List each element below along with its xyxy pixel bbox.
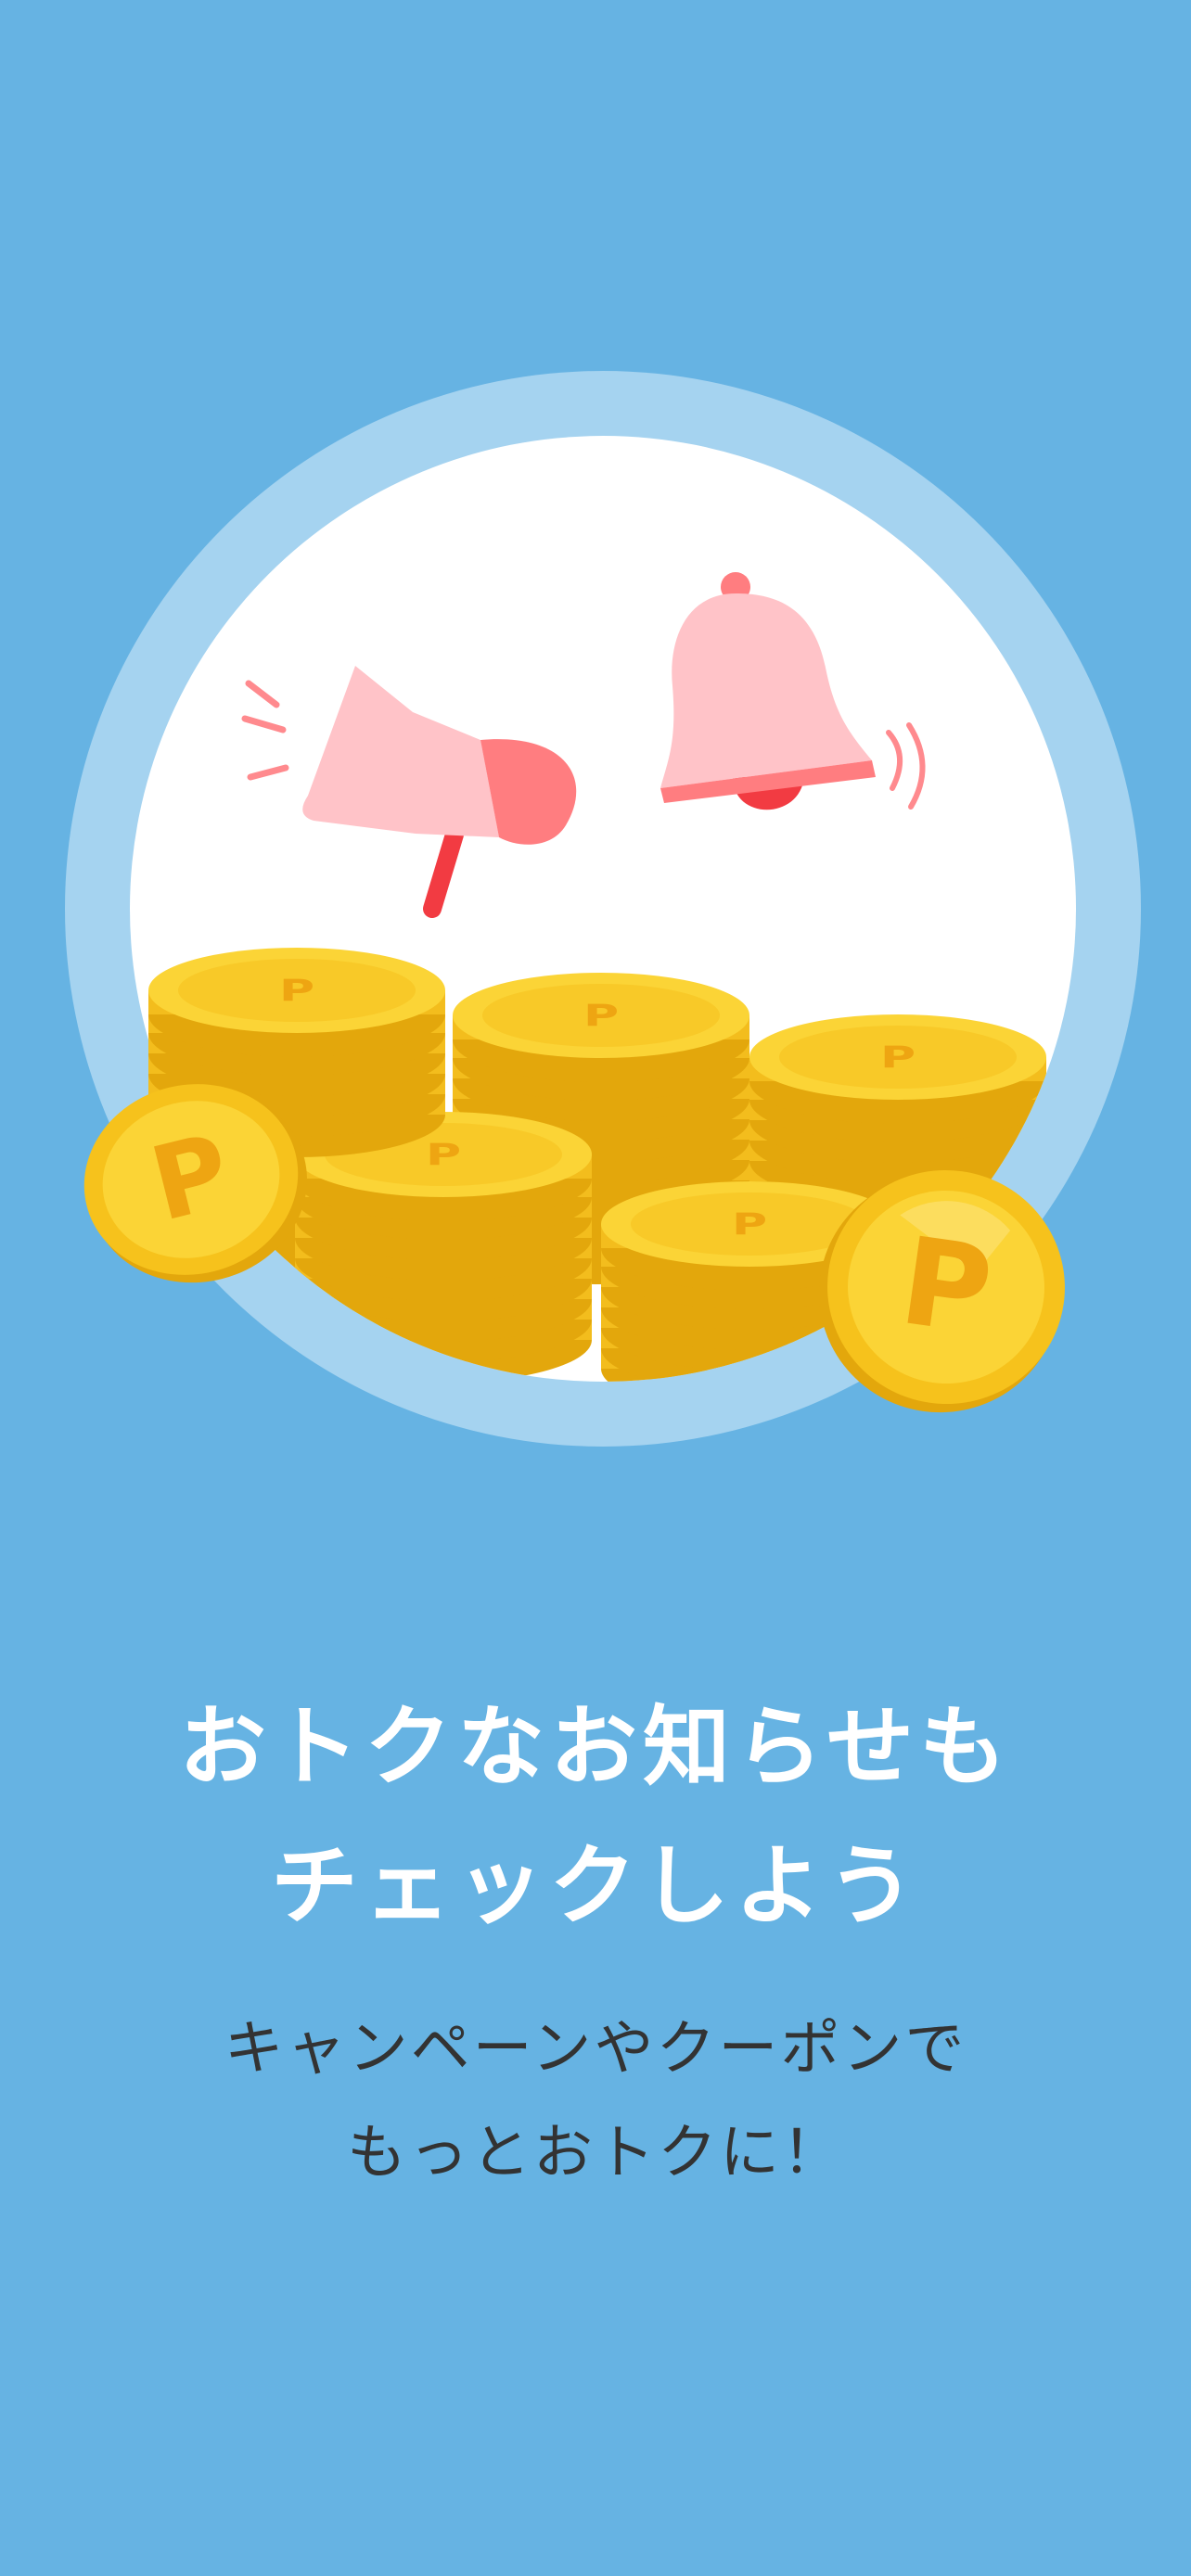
onboarding-text: おトクなお知らせも チェックしよう キャンペーンやクーポンで もっとおトクに！	[0, 1678, 1191, 2205]
subtext-line-2: もっとおトクに！	[347, 2119, 844, 2187]
subtext-line-1: キャンペーンやクーポンで	[224, 2015, 967, 2084]
onboarding-headline: おトクなお知らせも チェックしよう	[0, 1678, 1191, 1957]
campaign-illustration: P P	[65, 371, 1141, 1447]
onboarding-screen: P P おトクなお知らせも チェックしよう キャンペーンやクーポンで もっとおト…	[0, 0, 1191, 2576]
onboarding-subtext: キャンペーンやクーポンで もっとおトクに！	[0, 1997, 1191, 2205]
headline-line-1: おトクなお知らせも	[178, 1697, 1013, 1798]
headline-line-2: チェックしよう	[270, 1836, 920, 1937]
